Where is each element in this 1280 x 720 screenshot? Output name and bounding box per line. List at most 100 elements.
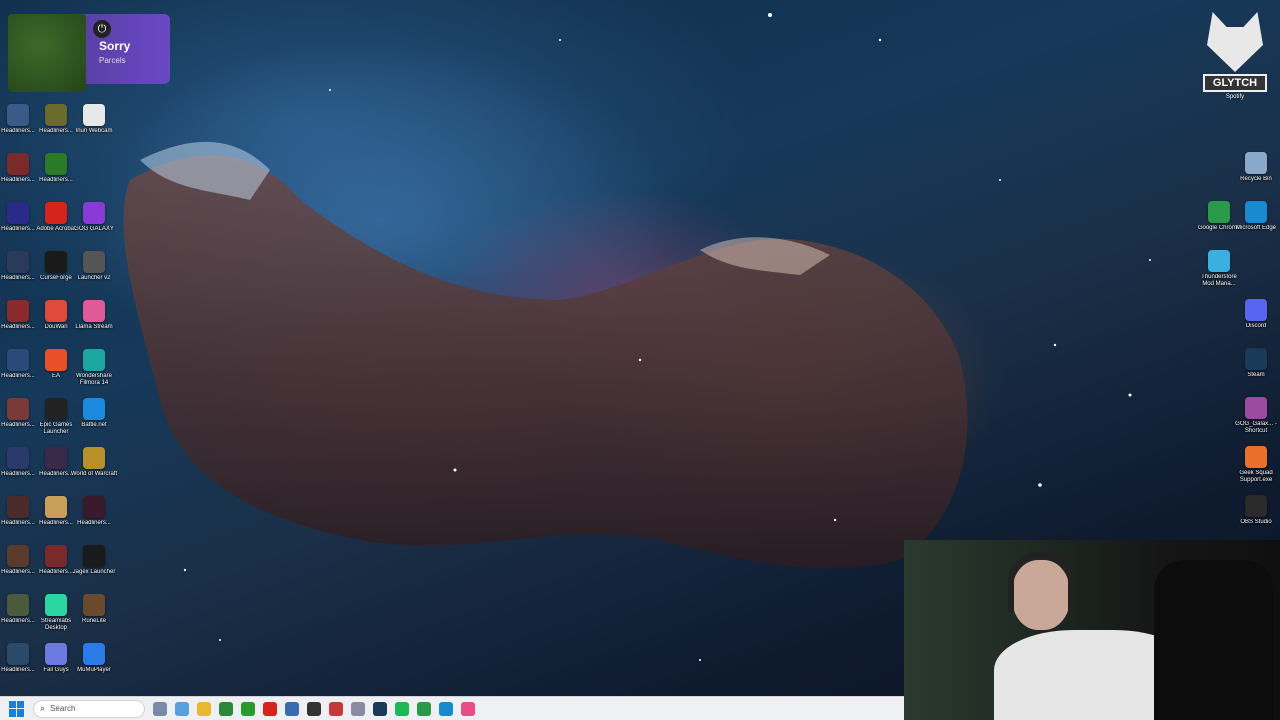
location-icon <box>83 300 105 322</box>
geeksquad-icon <box>1245 446 1267 468</box>
desktop-shortcut[interactable]: Launcher v2 <box>74 251 114 299</box>
shortcut-label: Discord <box>1245 323 1267 329</box>
desktop-shortcut[interactable]: GOG_Galax... - Shortcut <box>1235 397 1277 445</box>
notification-subtitle: Parcels <box>99 56 126 65</box>
chrome-taskbar-icon[interactable] <box>417 701 431 716</box>
edge-taskbar-icon[interactable] <box>439 701 453 716</box>
taskbar: ⌕ Search <box>0 696 904 720</box>
shortcut-label: Headliners... <box>39 177 73 183</box>
shortcut-label: RuneLite <box>81 618 107 624</box>
shortcut-icon <box>7 202 29 224</box>
douwan-icon <box>45 300 67 322</box>
start-button[interactable] <box>9 700 25 717</box>
discord-icon <box>1245 299 1267 321</box>
media-icon[interactable] <box>307 701 321 716</box>
desktop-shortcut[interactable]: Wondershare Filmora 14 <box>74 349 114 397</box>
notification-title: Sorry <box>99 39 131 53</box>
epic-icon <box>45 398 67 420</box>
copilot-icon[interactable] <box>175 701 189 716</box>
shortcut-label: Launcher v2 <box>77 275 111 281</box>
runelite-icon <box>83 594 105 616</box>
launcher-icon <box>83 251 105 273</box>
calculator-icon[interactable] <box>285 701 299 716</box>
desktop-shortcut[interactable]: Steam <box>1236 348 1276 396</box>
shortcut-label: Thunderstore Mod Mana... <box>1201 274 1237 287</box>
desktop-shortcut[interactable]: Thunderstore Mod Mana... <box>1199 250 1239 298</box>
settings-icon[interactable] <box>351 701 365 716</box>
webcam-overlay <box>904 540 1280 720</box>
shortcut-icon <box>7 447 29 469</box>
shortcut-icon <box>7 594 29 616</box>
file-explorer-icon[interactable] <box>197 701 211 716</box>
streamlabs-icon <box>45 594 67 616</box>
shortcut-icon <box>7 398 29 420</box>
steam-taskbar-icon[interactable] <box>373 701 387 716</box>
taskbar-search[interactable]: ⌕ Search <box>33 699 145 718</box>
filmora-icon <box>83 349 105 371</box>
shortcut-icon <box>7 496 29 518</box>
desktop-shortcut[interactable]: Llama Stream <box>74 300 114 348</box>
thunderstore-icon <box>1208 250 1230 272</box>
obs-icon <box>1245 495 1267 517</box>
shortcut-icon <box>7 300 29 322</box>
shortcut-icon <box>7 104 29 126</box>
desktop-shortcut[interactable]: Geek Squad Support.exe <box>1236 446 1276 494</box>
spotify-label: Spotify <box>1225 94 1245 100</box>
desktop-shortcut[interactable]: Jagex Launcher <box>73 545 115 593</box>
shortcut-label: GOG GALAXY <box>74 226 114 232</box>
edge-icon <box>1245 201 1267 223</box>
wow-icon <box>83 447 105 469</box>
glytch-fox-icon <box>1207 12 1263 72</box>
shortcut-label: Geek Squad Support.exe <box>1239 470 1273 483</box>
shortcut-label: Recycle Bin <box>1240 176 1272 182</box>
desktop-shortcut[interactable]: RuneLite <box>74 594 114 642</box>
shortcut-label: MuMuPlayer <box>77 667 111 673</box>
desktop-shortcut[interactable]: Discord <box>1236 299 1276 347</box>
shortcut-label: Battle.net <box>81 422 107 428</box>
spotify-shortcut[interactable]: GLYTCH Spotify <box>1203 12 1267 100</box>
shortcut-icon <box>83 496 105 518</box>
shortcut-icon <box>7 643 29 665</box>
shortcut-icon <box>7 153 29 175</box>
shortcut-label: Inun Webcam <box>75 128 113 134</box>
notification-toast[interactable]: ⏻ Sorry Parcels <box>8 14 170 92</box>
shortcut-icon <box>45 496 67 518</box>
desktop-shortcut[interactable]: GOG GALAXY <box>74 202 114 250</box>
webcam-person <box>964 550 1194 720</box>
desktop-shortcut[interactable]: Microsoft Edge <box>1236 201 1276 249</box>
acrobat-taskbar-icon[interactable] <box>263 701 277 716</box>
shortcut-icon <box>45 104 67 126</box>
desktop-shortcut[interactable]: MuMuPlayer <box>74 643 114 691</box>
desktop-shortcut[interactable]: Recycle Bin <box>1236 152 1276 200</box>
desktop-shortcut[interactable]: OBS Studio <box>1236 495 1276 543</box>
gaming-chair <box>1154 560 1274 720</box>
mumu-icon <box>83 643 105 665</box>
spreadsheet-icon[interactable] <box>219 701 233 716</box>
glytch-logo-text: GLYTCH <box>1203 74 1267 92</box>
power-icon[interactable]: ⏻ <box>93 20 111 38</box>
search-icon: ⌕ <box>40 703 46 713</box>
desktop-shortcut[interactable]: Headliners... <box>74 496 114 544</box>
shortcut-label: GOG_Galax... - Shortcut <box>1235 421 1277 434</box>
fallguys-icon <box>45 643 67 665</box>
notification-thumbnail <box>8 14 86 92</box>
xbox-icon[interactable] <box>241 701 255 716</box>
desktop-shortcut[interactable]: Inun Webcam <box>74 104 114 152</box>
shortcut-icon <box>45 545 67 567</box>
streaming-app-icon[interactable] <box>461 701 475 716</box>
app-icon[interactable] <box>329 701 343 716</box>
acrobat-icon <box>45 202 67 224</box>
taskbar-apps <box>145 701 475 716</box>
recycle-bin-icon <box>1245 152 1267 174</box>
desktop-shortcut[interactable]: Headliners... <box>36 153 76 201</box>
shortcut-label: World of Warcraft <box>70 471 118 477</box>
desktop-shortcut[interactable]: World of Warcraft <box>71 447 117 495</box>
widgets-icon[interactable] <box>153 701 167 716</box>
chrome-icon <box>1208 201 1230 223</box>
search-placeholder: Search <box>50 704 76 713</box>
gog-icon <box>83 202 105 224</box>
shortcut-icon <box>7 349 29 371</box>
spotify-taskbar-icon[interactable] <box>395 701 409 716</box>
desktop-shortcut[interactable]: Battle.net <box>74 398 114 446</box>
headset-icon <box>1008 552 1074 612</box>
